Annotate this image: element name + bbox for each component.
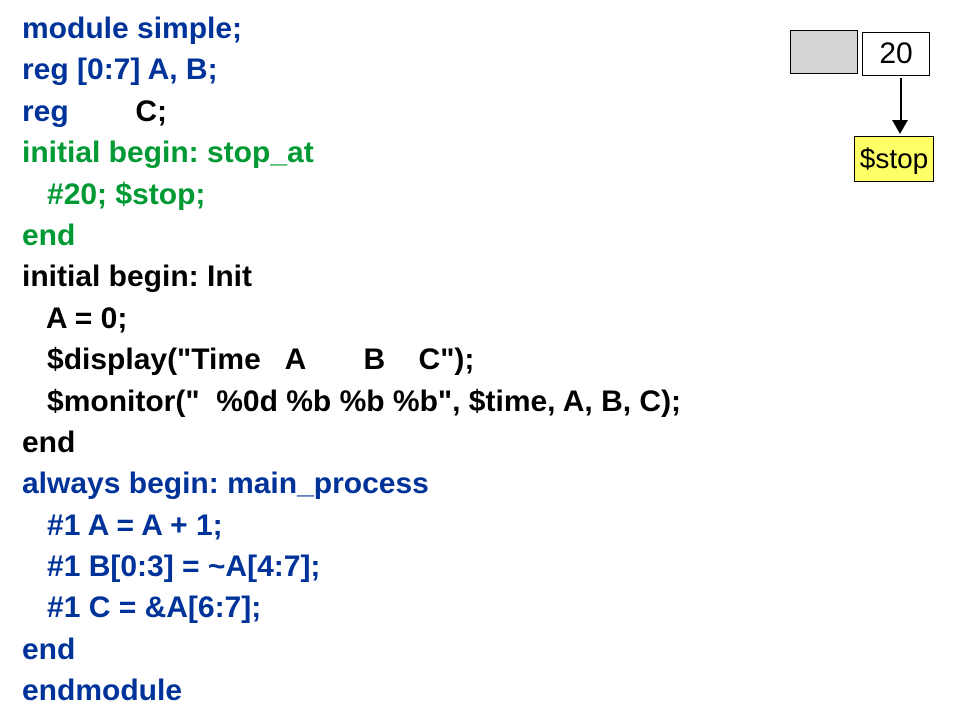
code-line-monitor: $monitor(" %0d %b %b %b", $time, A, B, C… xyxy=(22,381,681,422)
code-line-end2: end xyxy=(22,422,681,463)
box-front: 20 xyxy=(862,32,930,76)
code-line-b-assign: #1 B[0:3] = ~A[4:7]; xyxy=(22,546,681,587)
code-line-reg-c: reg C; xyxy=(22,91,681,132)
code-line-always: always begin: main_process xyxy=(22,463,681,504)
code-line-end3: end xyxy=(22,629,681,670)
code-line-a0: A = 0; xyxy=(22,298,681,339)
stop-box: $stop xyxy=(854,136,934,182)
code-line-reg-ab: reg [0:7] A, B; xyxy=(22,49,681,90)
code-line-initial-stopat: initial begin: stop_at xyxy=(22,132,681,173)
code-line-stop: #20; $stop; xyxy=(22,174,681,215)
arrow-line xyxy=(900,78,902,122)
code-line-a-inc: #1 A = A + 1; xyxy=(22,505,681,546)
code-line-c-assign: #1 C = &A[6:7]; xyxy=(22,587,681,628)
time-boxes: … 20 xyxy=(790,30,932,78)
arrow-head-icon xyxy=(892,120,908,134)
code-block: module simple; reg [0:7] A, B; reg C; in… xyxy=(22,8,681,712)
code-line-initial-init: initial begin: Init xyxy=(22,256,681,297)
keyword-reg: reg xyxy=(22,95,69,128)
code-line-module: module simple; xyxy=(22,8,681,49)
code-line-display: $display("Time A B C"); xyxy=(22,339,681,380)
var-c: C; xyxy=(69,95,167,128)
code-line-end1: end xyxy=(22,215,681,256)
box-back xyxy=(790,30,858,74)
slide-root: module simple; reg [0:7] A, B; reg C; in… xyxy=(0,0,960,726)
code-line-endmodule: endmodule xyxy=(22,670,681,711)
